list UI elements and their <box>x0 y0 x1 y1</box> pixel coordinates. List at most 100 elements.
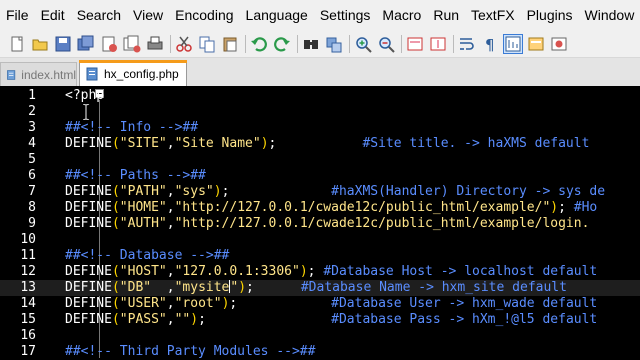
token-str: "HOST" <box>119 264 167 279</box>
line-number: 2 <box>28 104 36 119</box>
token-plain: , <box>166 200 175 215</box>
sync-h-icon[interactable] <box>429 35 447 53</box>
code-text: DEFINE("PASS",""); #Database Pass -> hXm… <box>65 312 597 328</box>
menu-view[interactable]: View <box>127 0 169 30</box>
token-kw: DEFINE <box>65 296 112 311</box>
line-number: 17 <box>20 344 36 359</box>
token-plain: , <box>166 296 175 311</box>
token-cmt: #Database User -> hxm_wade default <box>331 296 598 311</box>
token-str: "PASS" <box>119 312 167 327</box>
redo-icon[interactable] <box>273 35 291 53</box>
menu-plugins[interactable]: Plugins <box>521 0 579 30</box>
code-text: DEFINE("USER","root"); #Database User ->… <box>65 296 597 312</box>
word-wrap-icon[interactable] <box>458 35 476 53</box>
tab-label: index.html <box>21 67 76 82</box>
tab-index-html[interactable]: index.html <box>0 62 77 86</box>
print-icon[interactable] <box>146 35 164 53</box>
token-str: "DB" <box>119 280 152 295</box>
menu-run[interactable]: Run <box>427 0 465 30</box>
menu-language[interactable]: Language <box>240 0 314 30</box>
zoom-in-icon[interactable] <box>354 35 372 53</box>
code-text: DEFINE("SITE","Site Name"); #Site title.… <box>65 136 589 152</box>
text-cursor-icon <box>83 104 90 120</box>
token-plain: , <box>166 216 175 231</box>
close-icon[interactable] <box>100 35 118 53</box>
save-all-icon[interactable] <box>77 35 95 53</box>
token-plain: ; <box>558 200 574 215</box>
code-line: 4 DEFINE("SITE","Site Name"); #Site title… <box>0 136 640 152</box>
menu-window[interactable]: Window <box>579 0 640 30</box>
tab-hx-config-php[interactable]: hx_config.php <box>79 60 187 86</box>
toolbar-separator <box>453 34 454 53</box>
token-plain: ; <box>268 136 363 151</box>
menu-textfx[interactable]: TextFX <box>465 0 521 30</box>
menu-encoding[interactable]: Encoding <box>169 0 239 30</box>
close-all-icon[interactable] <box>123 35 141 53</box>
token-kw: DEFINE <box>65 280 112 295</box>
menu-file[interactable]: File <box>0 0 35 30</box>
indent-guide-icon[interactable] <box>503 33 523 54</box>
code-editor[interactable]: 1 <?php 2 3 ##<!-- Info -->## 4 DEFINE("SITE",… <box>0 86 640 360</box>
token-paren: ( <box>111 184 120 199</box>
token-paren: ) <box>260 136 269 151</box>
show-all-chars-icon[interactable]: ¶ <box>481 35 499 53</box>
token-str: "AUTH" <box>119 216 167 231</box>
code-line: 2 <box>0 104 640 120</box>
menu-macro[interactable]: Macro <box>376 0 427 30</box>
copy-icon[interactable] <box>198 35 216 53</box>
record-macro-icon[interactable] <box>550 35 568 53</box>
code-text: ##<!-- Database -->## <box>65 248 229 264</box>
line-number: 5 <box>28 152 36 167</box>
menu-settings[interactable]: Settings <box>314 0 377 30</box>
find-icon[interactable] <box>302 35 320 53</box>
code-line: 11 ##<!-- Database -->## <box>0 248 640 264</box>
token-cmt: #Database Pass -> hXm_!@l5 default <box>331 312 598 327</box>
code-text: ##<!-- Info -->## <box>65 120 198 136</box>
token-str: "mysite <box>174 280 230 295</box>
token-plain: , <box>166 312 175 327</box>
menu-edit[interactable]: Edit <box>35 0 71 30</box>
token-kw: DEFINE <box>65 216 112 231</box>
token-paren: ( <box>111 280 120 295</box>
token-plain: , <box>166 184 175 199</box>
save-icon[interactable] <box>54 35 72 53</box>
token-cmt: #Database Host -> localhost default <box>323 264 598 279</box>
open-file-icon[interactable] <box>31 35 49 53</box>
code-text: DEFINE("PATH","sys"); #haXMS(Handler) Di… <box>65 184 605 200</box>
menu-search[interactable]: Search <box>71 0 127 30</box>
code-text: DEFINE("AUTH","http://127.0.0.1/cwade12c… <box>65 216 589 232</box>
code-line: 10 <box>0 232 640 248</box>
code-line: 16 <box>0 328 640 344</box>
token-paren: ( <box>111 264 120 279</box>
line-number: 12 <box>20 264 36 279</box>
token-kw: DEFINE <box>65 312 112 327</box>
token-cmt: #Database Name -> hxm_site default <box>300 280 567 295</box>
code-line: 7 DEFINE("PATH","sys"); #haXMS(Handler) D… <box>0 184 640 200</box>
line-number: 1 <box>28 88 36 103</box>
code-line: 17 ##<!-- Third Party Modules -->## <box>0 344 640 360</box>
code-line: 9 DEFINE("AUTH","http://127.0.0.1/cwade12… <box>0 216 640 232</box>
token-plain: ; <box>229 296 332 311</box>
code-text: DEFINE("HOST","127.0.0.1:3306"); #Databa… <box>65 264 597 280</box>
new-file-icon[interactable] <box>8 35 26 53</box>
line-number: 9 <box>28 216 36 231</box>
file-icon <box>7 69 16 80</box>
user-lang-icon[interactable] <box>527 35 545 53</box>
replace-icon[interactable] <box>325 35 343 53</box>
code-line: 8 DEFINE("HOME","http://127.0.0.1/cwade12… <box>0 200 640 216</box>
toolbar-separator <box>349 34 350 53</box>
code-line: 1 <?php <box>0 88 640 104</box>
undo-icon[interactable] <box>250 35 268 53</box>
cut-icon[interactable] <box>175 35 193 53</box>
token-paren: ) <box>190 312 199 327</box>
code-text: ##<!-- Third Party Modules -->## <box>65 344 315 360</box>
line-number: 10 <box>20 232 36 247</box>
token-str: "HOME" <box>119 200 167 215</box>
code-line: 6 ##<!-- Paths -->## <box>0 168 640 184</box>
menu-bar: File Edit Search View Encoding Language Settin… <box>0 0 640 30</box>
zoom-out-icon[interactable] <box>377 35 395 53</box>
paste-icon[interactable] <box>221 35 239 53</box>
token-cmt: #Ho <box>573 200 598 215</box>
sync-v-icon[interactable] <box>406 35 424 53</box>
line-number: 6 <box>28 168 36 183</box>
